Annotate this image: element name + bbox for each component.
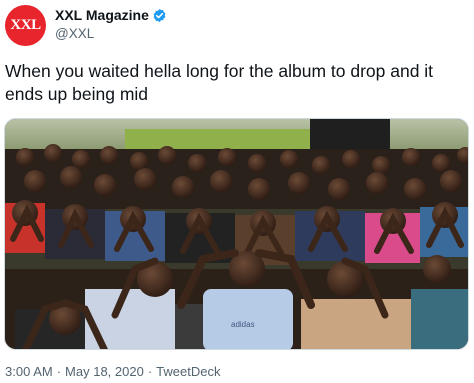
tweet-text: When you waited hella long for the album… xyxy=(5,61,434,104)
author-info: XXL Magazine @XXL xyxy=(55,6,167,41)
tweet-time[interactable]: 3:00 AM xyxy=(5,364,53,379)
crowd-with-hands-on-heads-photo: adidas xyxy=(5,119,468,349)
author-name-row: XXL Magazine xyxy=(55,6,167,24)
avatar-logo-text: XXL xyxy=(10,17,41,33)
tweet-card: XXL XXL Magazine @XXL When you waited he… xyxy=(0,0,474,383)
verified-badge-icon xyxy=(152,8,167,23)
display-name[interactable]: XXL Magazine xyxy=(55,7,149,23)
tweet-source[interactable]: TweetDeck xyxy=(156,364,220,379)
meta-separator: · xyxy=(147,364,153,379)
tweet-photo[interactable]: adidas xyxy=(4,118,469,350)
shirt-logo-text: adidas xyxy=(231,320,255,329)
avatar[interactable]: XXL xyxy=(5,5,46,46)
handle[interactable]: @XXL xyxy=(55,26,167,41)
tweet-meta: 3:00 AM · May 18, 2020 · TweetDeck xyxy=(5,364,220,379)
meta-separator: · xyxy=(56,364,62,379)
tweet-date[interactable]: May 18, 2020 xyxy=(65,364,144,379)
